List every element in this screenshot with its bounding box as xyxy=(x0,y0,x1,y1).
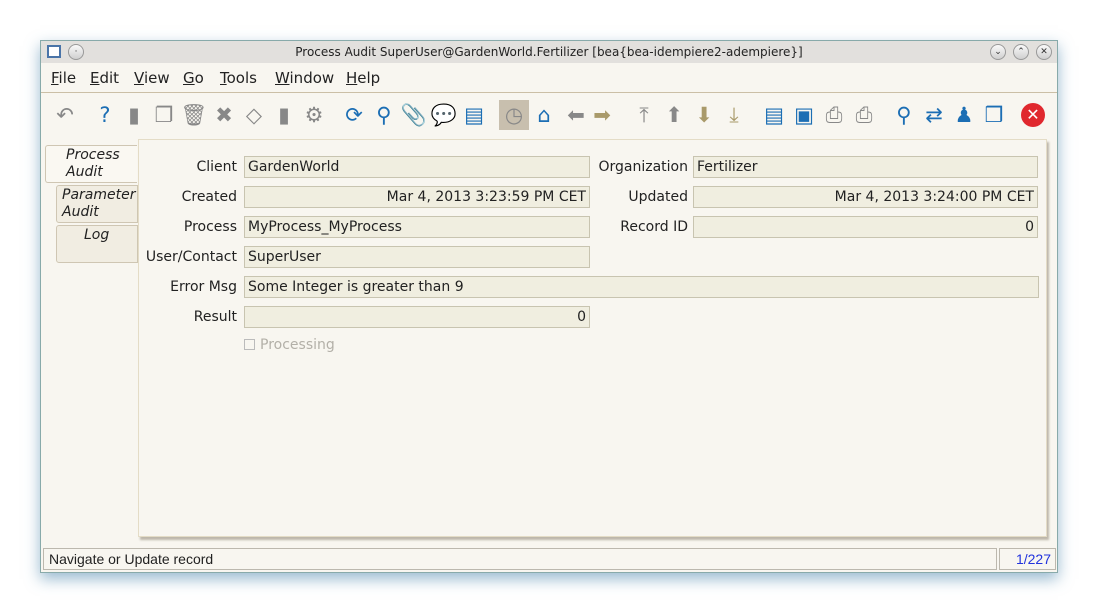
find-icon[interactable]: ⚲ xyxy=(371,102,397,128)
menu-edit[interactable]: Edit xyxy=(90,69,119,87)
refresh-icon[interactable]: ⟳ xyxy=(341,102,367,128)
created-field[interactable]: Mar 4, 2013 3:23:59 PM CET xyxy=(244,186,590,208)
menu-bar: File Edit View Go Tools Window Help xyxy=(41,63,1057,93)
workflow-icon[interactable]: ⇄ xyxy=(921,102,947,128)
sticky-button[interactable]: · xyxy=(68,44,84,60)
tab-label: Audit xyxy=(66,164,103,180)
history-icon[interactable]: ◷ xyxy=(499,100,529,130)
minimize-button[interactable]: ⌄ xyxy=(990,44,1006,60)
print-icon[interactable]: ⎙ xyxy=(851,102,877,128)
close-window-button[interactable]: ✕ xyxy=(1036,44,1052,60)
tab-label: Process xyxy=(66,147,120,163)
organization-field[interactable]: Fertilizer xyxy=(693,156,1038,178)
menu-help[interactable]: Help xyxy=(346,69,380,87)
record-count: 1/227 xyxy=(999,548,1056,570)
processing-label: Processing xyxy=(260,337,335,353)
last-record-icon[interactable]: ⤓ xyxy=(721,102,747,128)
processing-checkbox[interactable]: Processing xyxy=(244,337,335,353)
zoom-across-icon[interactable]: ⚲ xyxy=(891,102,917,128)
result-label: Result xyxy=(193,309,237,325)
process-audit-window: · Process Audit SuperUser@GardenWorld.Fe… xyxy=(40,40,1058,573)
previous-record-icon[interactable]: ⬆ xyxy=(661,102,687,128)
created-label: Created xyxy=(181,189,237,205)
help-icon[interactable]: ? xyxy=(92,102,118,128)
save-icon[interactable]: ◇ xyxy=(241,102,267,128)
updated-field[interactable]: Mar 4, 2013 3:24:00 PM CET xyxy=(693,186,1038,208)
tab-process-audit[interactable]: Process Audit xyxy=(45,145,137,183)
copy-record-icon[interactable]: ❐ xyxy=(151,102,177,128)
chat-icon[interactable]: 💬 xyxy=(431,102,457,128)
result-field[interactable]: 0 xyxy=(244,306,590,328)
record-panel: Client GardenWorld Organization Fertiliz… xyxy=(138,139,1047,537)
request-icon[interactable]: ♟ xyxy=(951,102,977,128)
undo-icon[interactable]: ↶ xyxy=(52,102,78,128)
toolbar: ↶? ▮ ❐ 🗑 ✖ ◇ ▮ ⚙ ⟳ ⚲ 📎 💬 ▤ ◷ ⌂ ⬅ ➡ ⤒ ⬆ ⬇ ⤓ ▤ ▣ ⎙ ⎙ ⚲ ⇄ ♟ ❒ ✕ xyxy=(41,94,1057,138)
first-record-icon[interactable]: ⤒ xyxy=(631,102,657,128)
organization-label: Organization xyxy=(598,159,688,175)
forward-icon[interactable]: ➡ xyxy=(589,102,615,128)
menu-window[interactable]: Window xyxy=(275,69,334,87)
attachment-icon[interactable]: 📎 xyxy=(401,102,427,128)
process-label: Process xyxy=(183,219,237,235)
status-message: Navigate or Update record xyxy=(43,548,997,570)
error-msg-label: Error Msg xyxy=(170,279,237,295)
user-contact-field[interactable]: SuperUser xyxy=(244,246,590,268)
home-icon[interactable]: ⌂ xyxy=(531,102,557,128)
record-id-field[interactable]: 0 xyxy=(693,216,1038,238)
save-and-new-icon[interactable]: ▮ xyxy=(271,102,297,128)
process-field[interactable]: MyProcess_MyProcess xyxy=(244,216,590,238)
menu-go[interactable]: Go xyxy=(183,69,204,87)
product-info-icon[interactable]: ❒ xyxy=(981,102,1007,128)
back-icon[interactable]: ⬅ xyxy=(563,102,589,128)
title-bar: · Process Audit SuperUser@GardenWorld.Fe… xyxy=(41,41,1057,63)
maximize-button[interactable]: ⌃ xyxy=(1013,44,1029,60)
window-title: Process Audit SuperUser@GardenWorld.Fert… xyxy=(295,45,803,59)
menu-file[interactable]: File xyxy=(51,69,76,87)
settings-icon[interactable]: ⚙ xyxy=(301,102,327,128)
menu-tools[interactable]: Tools xyxy=(220,69,257,87)
client-field[interactable]: GardenWorld xyxy=(244,156,590,178)
new-record-icon[interactable]: ▮ xyxy=(121,102,147,128)
record-id-label: Record ID xyxy=(620,219,688,235)
menu-view[interactable]: View xyxy=(134,69,170,87)
error-msg-field[interactable]: Some Integer is greater than 9 xyxy=(244,276,1039,298)
next-record-icon[interactable]: ⬇ xyxy=(691,102,717,128)
archive-icon[interactable]: ▣ xyxy=(791,102,817,128)
report-icon[interactable]: ▤ xyxy=(761,102,787,128)
user-contact-label: User/Contact xyxy=(145,249,237,265)
grid-toggle-icon[interactable]: ▤ xyxy=(461,102,487,128)
print-preview-icon[interactable]: ⎙ xyxy=(821,102,847,128)
checkbox-icon xyxy=(244,339,255,350)
close-icon[interactable]: ✕ xyxy=(1021,103,1045,127)
updated-label: Updated xyxy=(628,189,688,205)
app-icon xyxy=(47,45,61,58)
delete-selection-icon[interactable]: ✖ xyxy=(211,102,237,128)
delete-icon[interactable]: 🗑 xyxy=(181,102,208,128)
